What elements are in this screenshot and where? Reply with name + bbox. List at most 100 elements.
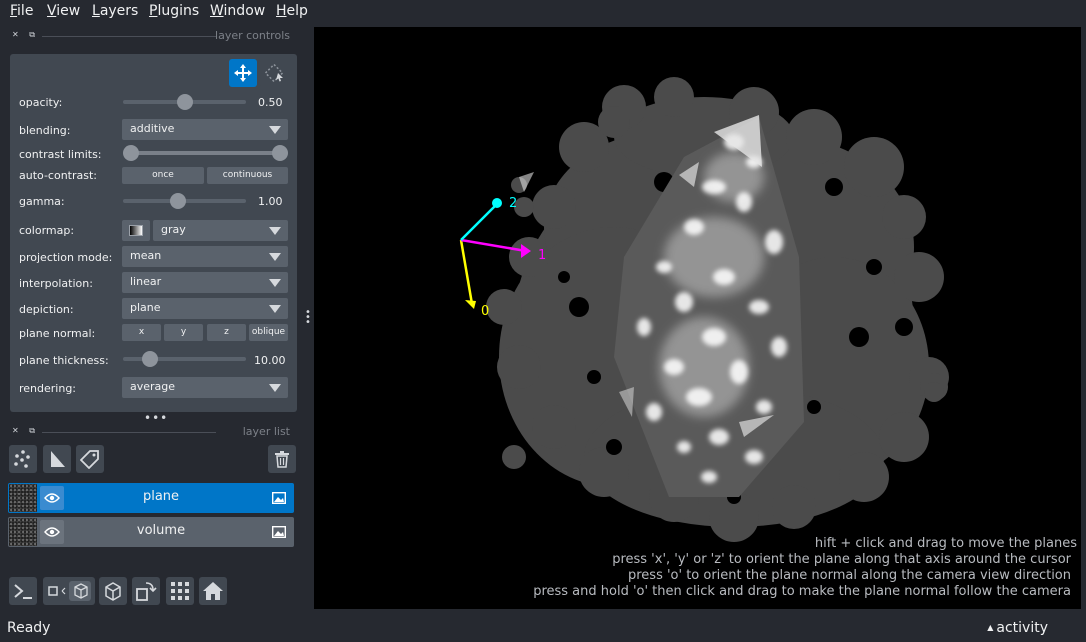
interpolation-dropdown[interactable]: linear xyxy=(122,272,288,293)
dock-splitter-handle[interactable]: • • • xyxy=(305,308,311,328)
opacity-slider-handle[interactable] xyxy=(176,94,193,110)
layer-controls-title: layer controls xyxy=(215,29,290,42)
axis-2-line xyxy=(460,204,497,241)
status-text: Ready xyxy=(7,620,51,636)
plane-thickness-slider-handle[interactable] xyxy=(142,351,159,367)
contrast-limits-high-handle[interactable] xyxy=(272,145,288,161)
delete-layer-button[interactable] xyxy=(268,445,296,473)
menu-file[interactable]: File xyxy=(10,3,33,19)
hint-text: hift + click and drag to move the planes xyxy=(814,536,1077,551)
viewer-canvas[interactable]: 0 1 2 hift + click and drag to move the … xyxy=(314,27,1081,609)
layer-name[interactable]: volume xyxy=(68,523,254,538)
status-bar: Ready ▲ activity xyxy=(0,614,1086,642)
image-layer-icon xyxy=(272,492,286,504)
layer-controls-panel: opacity: 0.50 blending: additive contras… xyxy=(10,54,297,412)
rendering-label: rendering: xyxy=(19,382,77,395)
interpolation-label: interpolation: xyxy=(19,277,93,290)
menu-plugins[interactable]: Plugins xyxy=(149,3,199,19)
contrast-limits-slider[interactable] xyxy=(131,151,279,155)
menu-view[interactable]: View xyxy=(47,3,80,19)
menu-help[interactable]: Help xyxy=(276,3,308,19)
opacity-value: 0.50 xyxy=(258,96,283,109)
new-shapes-layer-button[interactable] xyxy=(43,445,71,473)
contrast-limits-label: contrast limits: xyxy=(19,148,102,161)
menu-layers[interactable]: Layers xyxy=(92,3,138,19)
auto-contrast-once-button[interactable]: once xyxy=(122,167,204,184)
image-layer-icon xyxy=(272,526,286,538)
layer-list-title: layer list xyxy=(242,425,290,438)
cube-icon xyxy=(105,582,121,601)
auto-contrast-label: auto-contrast: xyxy=(19,169,98,182)
reset-view-button[interactable] xyxy=(199,577,227,605)
grid-view-button[interactable] xyxy=(166,577,194,605)
transpose-dims-button[interactable] xyxy=(132,577,160,605)
transform-mode-button[interactable] xyxy=(260,59,288,87)
blending-label: blending: xyxy=(19,124,71,137)
plane-normal-y-button[interactable]: y xyxy=(164,324,203,341)
dock-title-divider xyxy=(42,36,216,37)
new-labels-layer-button[interactable] xyxy=(76,445,104,473)
axis-0-label: 0 xyxy=(481,304,489,319)
pan-zoom-mode-button[interactable] xyxy=(229,59,257,87)
axis-1-label: 1 xyxy=(538,248,546,263)
chevron-down-icon xyxy=(269,227,281,235)
eye-icon xyxy=(44,527,60,537)
colormap-swatch[interactable] xyxy=(122,220,150,241)
plane-thickness-label: plane thickness: xyxy=(19,354,109,367)
activity-button[interactable]: ▲ activity xyxy=(987,620,1048,636)
new-points-layer-button[interactable] xyxy=(9,445,37,473)
chevron-down-icon xyxy=(269,126,281,134)
axis-2-label: 2 xyxy=(509,196,517,211)
dock-float-icons[interactable]: ✕ ⧉ xyxy=(12,30,39,40)
gamma-label: gamma: xyxy=(19,195,65,208)
hint-text: press 'o' to orient the plane normal alo… xyxy=(627,568,1071,583)
colormap-value: gray xyxy=(161,223,186,236)
layer-thumbnail xyxy=(9,484,37,512)
layer-row-volume[interactable]: volume xyxy=(8,517,294,547)
dock-float-icons[interactable]: ✕ ⧉ xyxy=(12,426,39,436)
colormap-label: colormap: xyxy=(19,224,75,237)
projection-mode-value: mean xyxy=(130,249,162,262)
auto-contrast-continuous-button[interactable]: continuous xyxy=(207,167,288,184)
chevron-down-icon xyxy=(269,279,281,287)
roll-dims-button[interactable] xyxy=(99,577,127,605)
visibility-toggle[interactable] xyxy=(40,520,64,544)
interpolation-value: linear xyxy=(130,275,162,288)
projection-mode-dropdown[interactable]: mean xyxy=(122,246,288,267)
transform-icon xyxy=(264,63,284,83)
points-icon xyxy=(14,450,30,468)
plane-normal-oblique-button[interactable]: oblique xyxy=(249,324,288,341)
plane-normal-label: plane normal: xyxy=(19,327,96,340)
dock-resize-handle[interactable]: ••• xyxy=(144,411,168,425)
axis-2-arrowhead xyxy=(492,198,502,208)
activity-label: activity xyxy=(996,620,1048,636)
layer-list-dock-title: ✕ ⧉ layer list xyxy=(8,424,296,440)
gamma-slider-handle[interactable] xyxy=(170,193,187,209)
rendering-dropdown[interactable]: average xyxy=(122,377,288,398)
opacity-label: opacity: xyxy=(19,96,63,109)
layer-name[interactable]: plane xyxy=(68,489,254,504)
home-icon xyxy=(203,582,223,600)
chevron-down-icon xyxy=(269,253,281,261)
blending-value: additive xyxy=(130,122,175,135)
blending-dropdown[interactable]: additive xyxy=(122,119,288,140)
layer-row-plane[interactable]: plane xyxy=(8,483,294,513)
trash-icon xyxy=(275,451,289,468)
contrast-limits-low-handle[interactable] xyxy=(123,145,139,161)
colormap-dropdown[interactable]: gray xyxy=(153,220,288,241)
toggle-ndisplay-button[interactable] xyxy=(43,577,95,605)
terminal-icon xyxy=(14,584,32,599)
rendering-value: average xyxy=(130,380,176,393)
plane-normal-z-button[interactable]: z xyxy=(207,324,246,341)
move-arrows-icon xyxy=(234,64,252,82)
plane-normal-x-button[interactable]: x xyxy=(122,324,161,341)
colormap-gradient xyxy=(129,225,143,236)
depiction-dropdown[interactable]: plane xyxy=(122,298,288,319)
chevron-down-icon xyxy=(269,305,281,313)
menu-bar: File View Layers Plugins Window Help xyxy=(0,0,1086,24)
visibility-toggle[interactable] xyxy=(40,486,64,510)
shapes-icon xyxy=(51,451,65,467)
depiction-value: plane xyxy=(130,301,161,314)
menu-window[interactable]: Window xyxy=(210,3,265,19)
console-button[interactable] xyxy=(9,577,37,605)
